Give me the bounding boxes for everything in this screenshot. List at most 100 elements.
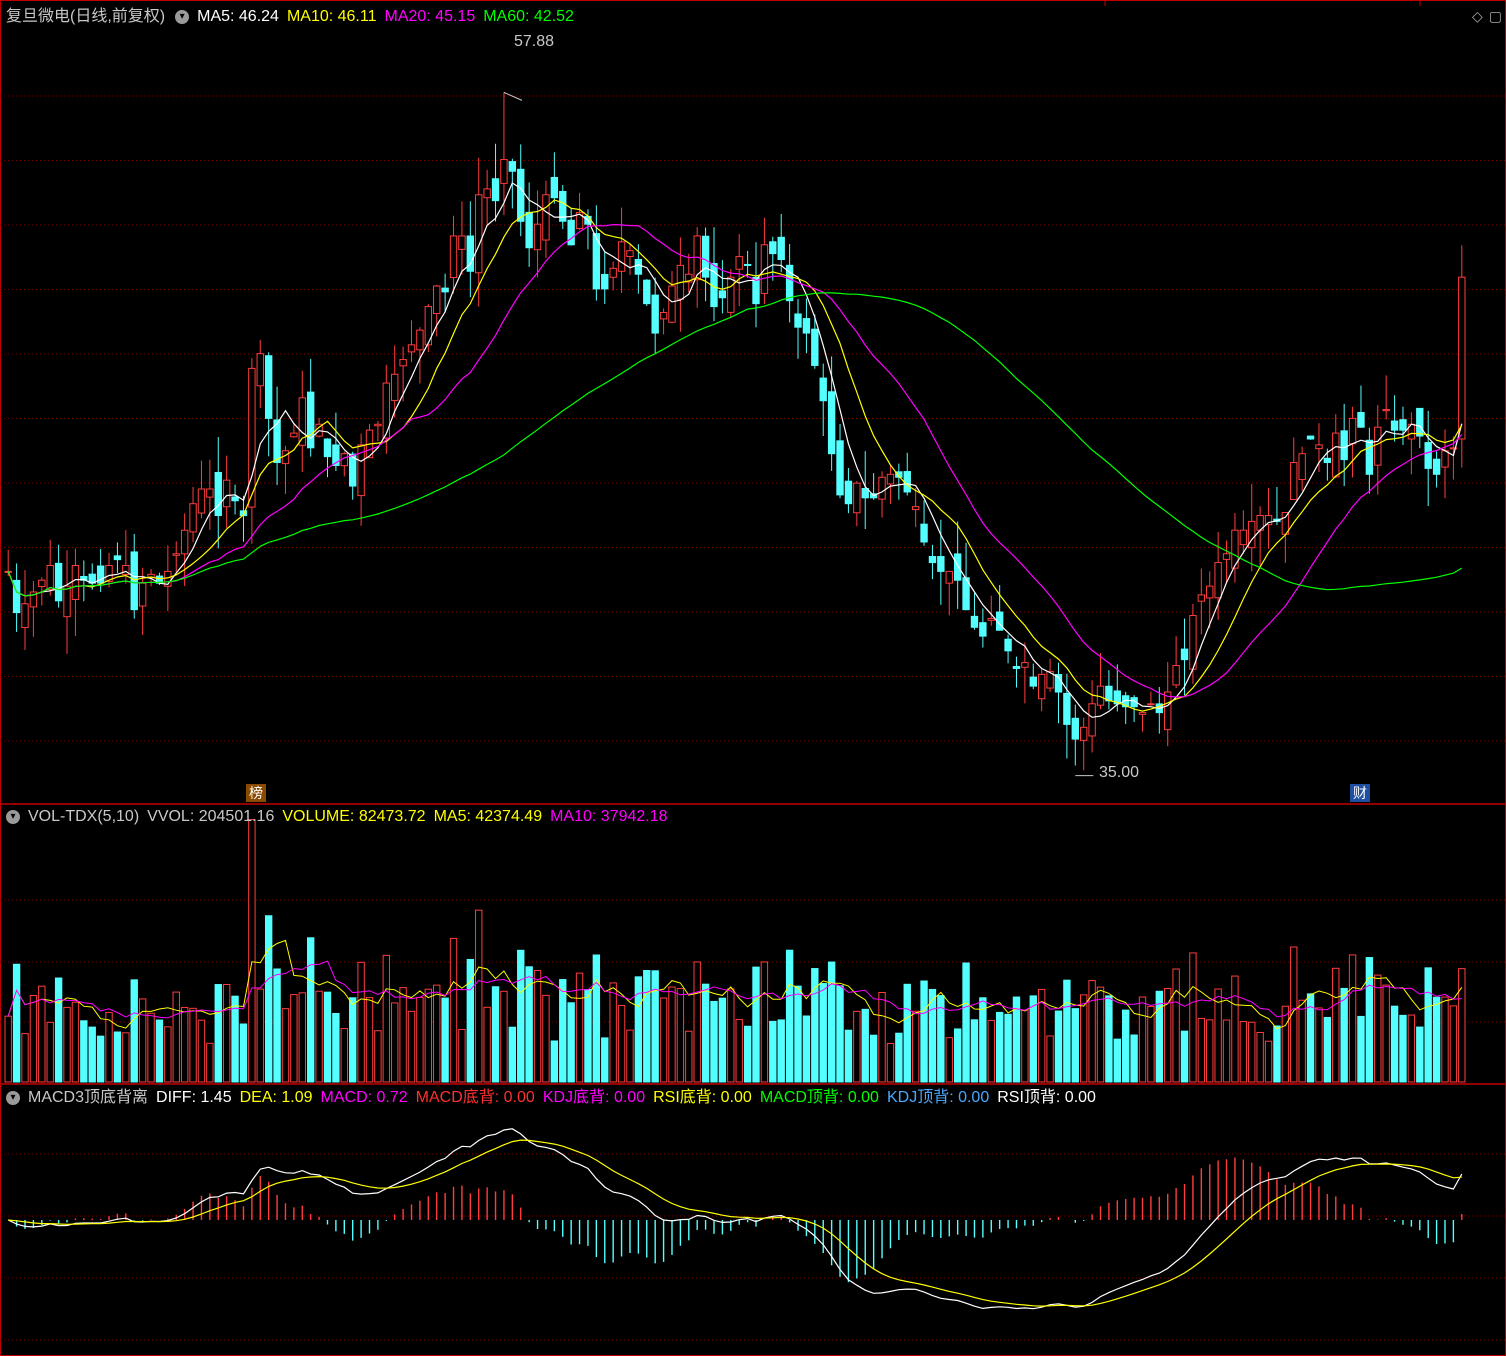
- candle-body[interactable]: [290, 432, 298, 438]
- candle-body[interactable]: [953, 553, 962, 581]
- candle-body[interactable]: [441, 287, 449, 293]
- ranking-badge[interactable]: 榜: [246, 784, 266, 802]
- candle-body[interactable]: [567, 219, 575, 246]
- candle-body[interactable]: [1012, 665, 1021, 669]
- candle-body[interactable]: [1180, 648, 1189, 661]
- candle-body[interactable]: [475, 194, 483, 274]
- candle-body[interactable]: [1340, 430, 1348, 461]
- candle-body[interactable]: [1105, 685, 1113, 702]
- candle-body[interactable]: [197, 488, 206, 514]
- candle-body[interactable]: [777, 236, 785, 261]
- candle-body[interactable]: [407, 344, 416, 353]
- candle-body[interactable]: [21, 603, 29, 628]
- candle-body[interactable]: [701, 235, 710, 278]
- candle-body[interactable]: [281, 450, 290, 465]
- candle-body[interactable]: [374, 423, 382, 427]
- candle-body[interactable]: [1365, 439, 1374, 475]
- candle-body[interactable]: [231, 496, 239, 502]
- candle-body[interactable]: [138, 582, 147, 607]
- candle-body[interactable]: [836, 440, 844, 496]
- candle-body[interactable]: [752, 276, 760, 305]
- candle-body[interactable]: [1390, 420, 1399, 431]
- candle-body[interactable]: [382, 382, 390, 439]
- candle-body[interactable]: [886, 473, 895, 485]
- candle-body[interactable]: [517, 168, 525, 222]
- candle-body[interactable]: [1239, 529, 1248, 546]
- candle-body[interactable]: [1306, 435, 1315, 440]
- candle-body[interactable]: [1416, 407, 1424, 437]
- candle-body[interactable]: [1029, 676, 1037, 687]
- candle-body[interactable]: [500, 158, 508, 184]
- diamond-icon[interactable]: ◇: [1472, 8, 1483, 25]
- candle-body[interactable]: [172, 553, 180, 556]
- candle-body[interactable]: [1004, 638, 1012, 652]
- candle-body[interactable]: [861, 488, 869, 499]
- candle-body[interactable]: [222, 479, 231, 508]
- candle-body[interactable]: [1172, 665, 1180, 686]
- candle-body[interactable]: [920, 523, 928, 543]
- candle-body[interactable]: [1037, 673, 1046, 700]
- candle-body[interactable]: [928, 555, 937, 564]
- indicator-dropdown-icon[interactable]: ▾: [175, 10, 190, 24]
- candle-body[interactable]: [1374, 426, 1382, 466]
- candle-body[interactable]: [811, 328, 819, 366]
- candle-body[interactable]: [1357, 412, 1365, 428]
- candle-body[interactable]: [71, 565, 80, 600]
- candle-body[interactable]: [970, 615, 979, 628]
- candle-body[interactable]: [113, 555, 122, 561]
- candle-body[interactable]: [533, 223, 542, 251]
- candle-body[interactable]: [1348, 417, 1357, 445]
- candle-body[interactable]: [214, 471, 222, 516]
- volume-dropdown-icon[interactable]: ▾: [6, 810, 20, 824]
- candle-body[interactable]: [1332, 432, 1340, 478]
- candle-body[interactable]: [180, 529, 189, 555]
- candle-body[interactable]: [1399, 419, 1407, 431]
- candle-body[interactable]: [878, 476, 886, 500]
- candle-body[interactable]: [1222, 553, 1231, 560]
- candle-body[interactable]: [819, 377, 827, 402]
- candle-body[interactable]: [458, 235, 466, 250]
- candle-body[interactable]: [844, 480, 853, 505]
- restore-icon[interactable]: ▢: [1489, 8, 1502, 25]
- candle-body[interactable]: [853, 482, 861, 514]
- candle-body[interactable]: [550, 176, 559, 199]
- candle-body[interactable]: [643, 279, 651, 305]
- candle-body[interactable]: [1458, 276, 1466, 440]
- candle-body[interactable]: [937, 556, 945, 572]
- candle-body[interactable]: [601, 274, 609, 290]
- candle-body[interactable]: [130, 551, 138, 611]
- finance-badge[interactable]: 财: [1350, 784, 1370, 802]
- candle-body[interactable]: [1080, 726, 1088, 741]
- candle-body[interactable]: [827, 391, 836, 455]
- candle-body[interactable]: [323, 438, 332, 458]
- candle-body[interactable]: [659, 311, 668, 320]
- candle-body[interactable]: [1164, 691, 1172, 731]
- candle-body[interactable]: [1424, 442, 1432, 469]
- candle-body[interactable]: [634, 258, 643, 275]
- candle-body[interactable]: [1071, 717, 1079, 740]
- candle-body[interactable]: [1323, 457, 1332, 464]
- candle-body[interactable]: [1197, 594, 1206, 602]
- candle-body[interactable]: [735, 256, 743, 270]
- candle-body[interactable]: [1315, 444, 1323, 450]
- candle-body[interactable]: [1088, 703, 1096, 737]
- candle-body[interactable]: [1021, 662, 1029, 668]
- candle-body[interactable]: [911, 506, 920, 511]
- candle-body[interactable]: [802, 318, 811, 334]
- candle-body[interactable]: [449, 235, 458, 279]
- candle-body[interactable]: [54, 562, 63, 602]
- candle-body[interactable]: [626, 250, 634, 257]
- candle-body[interactable]: [1147, 703, 1155, 706]
- candle-body[interactable]: [38, 579, 46, 587]
- candle-body[interactable]: [1298, 453, 1306, 481]
- candle-body[interactable]: [63, 585, 71, 618]
- candle-body[interactable]: [609, 267, 617, 278]
- candle-body[interactable]: [1441, 450, 1449, 468]
- candle-body[interactable]: [794, 313, 802, 328]
- candle-body[interactable]: [189, 503, 197, 533]
- candle-body[interactable]: [769, 241, 777, 255]
- candle-body[interactable]: [1214, 562, 1222, 599]
- candle-body[interactable]: [1264, 514, 1273, 526]
- candle-body[interactable]: [617, 241, 626, 272]
- candle-body[interactable]: [945, 570, 953, 584]
